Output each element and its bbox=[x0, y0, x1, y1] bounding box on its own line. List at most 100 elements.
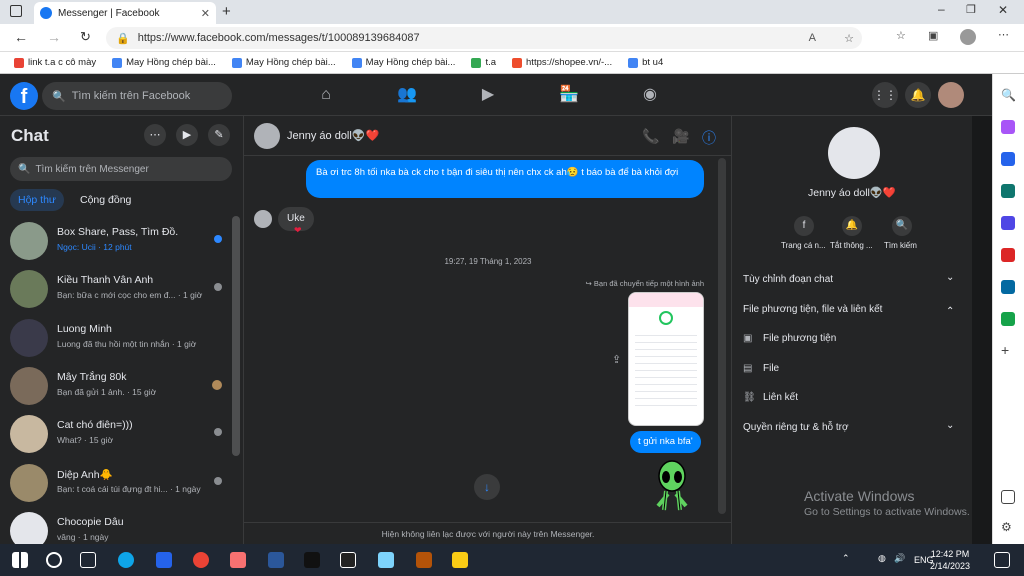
home-icon[interactable]: ⌂ bbox=[316, 86, 336, 104]
store-icon[interactable] bbox=[230, 552, 246, 568]
browser-tab-messenger[interactable]: Messenger | Facebook ✕ bbox=[34, 2, 216, 24]
tab-community[interactable]: Cộng đồng bbox=[80, 189, 131, 211]
facebook-search-input[interactable]: 🔍 Tìm kiếm trên Facebook bbox=[42, 82, 232, 110]
bookmark-item[interactable]: link t.a c cô mày bbox=[8, 57, 102, 68]
bookmark-item[interactable]: https://shopee.vn/-... bbox=[506, 57, 618, 68]
profile-icon[interactable]: f bbox=[794, 216, 814, 236]
marketplace-icon[interactable]: 🏪 bbox=[559, 86, 579, 104]
scroll-down-button[interactable]: ↓ bbox=[474, 474, 500, 500]
tiktok-icon[interactable] bbox=[304, 552, 320, 568]
avatar[interactable] bbox=[254, 123, 280, 149]
bookmark-item[interactable]: May Hồng chép bài... bbox=[226, 57, 342, 68]
tray-chevron-icon[interactable]: ⌃ bbox=[842, 553, 850, 564]
bookmark-item[interactable]: May Hồng chép bài... bbox=[106, 57, 222, 68]
tools-icon[interactable] bbox=[1001, 184, 1015, 198]
phone-icon[interactable]: 📞 bbox=[642, 128, 659, 145]
back-icon[interactable]: ← bbox=[14, 29, 28, 45]
minimize-icon[interactable]: – bbox=[938, 2, 945, 16]
word-icon[interactable] bbox=[268, 552, 284, 568]
bookmark-item[interactable]: May Hồng chép bài... bbox=[346, 57, 462, 68]
alien-sticker-icon[interactable] bbox=[652, 460, 692, 516]
conversation-scrollbar[interactable] bbox=[718, 158, 726, 514]
tab-inbox[interactable]: Hộp thư bbox=[10, 189, 64, 211]
add-icon[interactable]: + bbox=[1001, 342, 1015, 358]
video-call-icon[interactable]: 🎥 bbox=[672, 128, 689, 145]
notifications-icon[interactable]: 🔔 bbox=[905, 82, 931, 108]
volume-icon[interactable]: 🔊 bbox=[894, 553, 905, 564]
links-item[interactable]: ⛓ Liên kết bbox=[743, 392, 798, 403]
search-icon[interactable]: 🔍 bbox=[892, 216, 912, 236]
clock[interactable]: 12:42 PM 2/14/2023 bbox=[930, 548, 970, 572]
search-icon[interactable]: 🔍 bbox=[1001, 88, 1016, 102]
new-message-icon[interactable]: ✎ bbox=[208, 124, 230, 146]
share-icon[interactable]: ⇪ bbox=[612, 353, 621, 366]
capcut-icon[interactable] bbox=[340, 552, 356, 568]
friends-icon[interactable]: 👥 bbox=[397, 86, 417, 104]
profile-avatar[interactable] bbox=[960, 29, 976, 45]
search-icon[interactable] bbox=[46, 552, 62, 568]
favorites-icon[interactable]: ☆ bbox=[896, 29, 906, 42]
watch-icon[interactable]: ▶ bbox=[478, 86, 498, 104]
heart-reaction-icon[interactable]: ❤ bbox=[294, 225, 302, 236]
conversation-item[interactable]: Box Share, Pass, Tìm Đồ. Ngọc: Ucii · 12… bbox=[4, 216, 230, 264]
options-icon[interactable]: ⋯ bbox=[144, 124, 166, 146]
outgoing-message[interactable]: Bà ơi trc 8h tối nka bà ck cho t bận đi … bbox=[306, 160, 704, 198]
chrome-icon[interactable] bbox=[193, 552, 209, 568]
zalo-icon[interactable] bbox=[156, 552, 172, 568]
outlook-icon[interactable] bbox=[1001, 280, 1015, 294]
new-room-icon[interactable]: ▶ bbox=[176, 124, 198, 146]
read-aloud-icon[interactable]: A bbox=[809, 32, 816, 44]
sidebar-toggle-icon[interactable] bbox=[1001, 490, 1015, 504]
mute-icon[interactable]: 🔔 bbox=[842, 216, 862, 236]
shopping-icon[interactable] bbox=[1001, 152, 1015, 166]
chat-list-scrollbar[interactable] bbox=[232, 216, 240, 456]
avatar[interactable] bbox=[828, 127, 880, 179]
chevron-down-icon[interactable]: ⌄ bbox=[946, 272, 954, 283]
conversation-item[interactable]: Kiều Thanh Vân Anh Bạn: bữa c mới cọc ch… bbox=[4, 264, 230, 312]
edge-icon[interactable] bbox=[118, 552, 134, 568]
paint-icon[interactable] bbox=[378, 552, 394, 568]
conversation-item[interactable]: Cat chó điên=))) What? · 15 giờ bbox=[4, 409, 230, 457]
facebook-logo-icon[interactable]: f bbox=[10, 82, 38, 110]
conversation-title[interactable]: Jenny áo doll👽❤️ bbox=[287, 129, 379, 142]
settings-icon[interactable]: ⚙ bbox=[1001, 520, 1015, 534]
tab-actions-icon[interactable] bbox=[10, 5, 22, 17]
discover-icon[interactable] bbox=[1001, 120, 1015, 134]
messenger-search-input[interactable]: 🔍 Tìm kiếm trên Messenger bbox=[10, 157, 232, 181]
conversation-item[interactable]: Mây Trắng 80k Bạn đã gửi 1 ảnh. · 15 giờ bbox=[4, 361, 230, 409]
close-window-icon[interactable]: ✕ bbox=[998, 3, 1008, 17]
refresh-icon[interactable]: ↻ bbox=[80, 29, 91, 45]
account-avatar[interactable] bbox=[938, 82, 964, 108]
task-view-icon[interactable] bbox=[80, 552, 96, 568]
files-item[interactable]: ▤ File bbox=[743, 363, 779, 374]
media-files-links-section[interactable]: File phương tiện, file và liên kết bbox=[743, 304, 882, 315]
new-tab-icon[interactable]: + bbox=[222, 3, 231, 20]
conversation-item[interactable]: Luong Minh Luong đã thu hồi một tin nhắn… bbox=[4, 313, 230, 361]
media-files-item[interactable]: ▣ File phương tiện bbox=[743, 333, 836, 344]
close-tab-icon[interactable]: ✕ bbox=[201, 7, 210, 20]
notification-center-icon[interactable] bbox=[994, 552, 1010, 568]
network-icon[interactable]: ◍ bbox=[878, 553, 886, 564]
collections-icon[interactable]: ▣ bbox=[928, 29, 938, 42]
windows-start-icon[interactable] bbox=[12, 552, 28, 568]
bookmark-item[interactable]: t.a bbox=[465, 57, 502, 68]
conversation-item[interactable]: Chocopie Dâu vâng · 1 ngày bbox=[4, 506, 230, 544]
favorite-star-icon[interactable]: ☆ bbox=[844, 32, 854, 45]
more-menu-icon[interactable]: ⋯ bbox=[998, 28, 1009, 41]
chevron-up-icon[interactable]: ⌃ bbox=[946, 306, 954, 317]
menu-grid-icon[interactable]: ⋮⋮ bbox=[872, 82, 898, 108]
info-icon[interactable]: ⓘ bbox=[702, 128, 716, 148]
photo-app-icon[interactable] bbox=[416, 552, 432, 568]
chevron-down-icon[interactable]: ⌄ bbox=[946, 420, 954, 431]
groups-icon[interactable]: ◉ bbox=[640, 86, 660, 104]
drop-icon[interactable] bbox=[1001, 312, 1015, 326]
outgoing-message[interactable]: t gửi nka bfa' bbox=[630, 431, 701, 453]
conversation-item[interactable]: Diệp Anh🐥 Bạn: t coá cái túi đựng đt hi.… bbox=[4, 458, 230, 506]
forwarded-image[interactable] bbox=[628, 292, 704, 426]
forward-icon[interactable]: → bbox=[47, 29, 61, 45]
restore-icon[interactable]: ❐ bbox=[966, 3, 976, 16]
games-icon[interactable] bbox=[1001, 216, 1015, 230]
url-field[interactable]: 🔒 https://www.facebook.com/messages/t/10… bbox=[106, 27, 862, 49]
office-icon[interactable] bbox=[1001, 248, 1015, 262]
file-explorer-icon[interactable] bbox=[452, 552, 468, 568]
